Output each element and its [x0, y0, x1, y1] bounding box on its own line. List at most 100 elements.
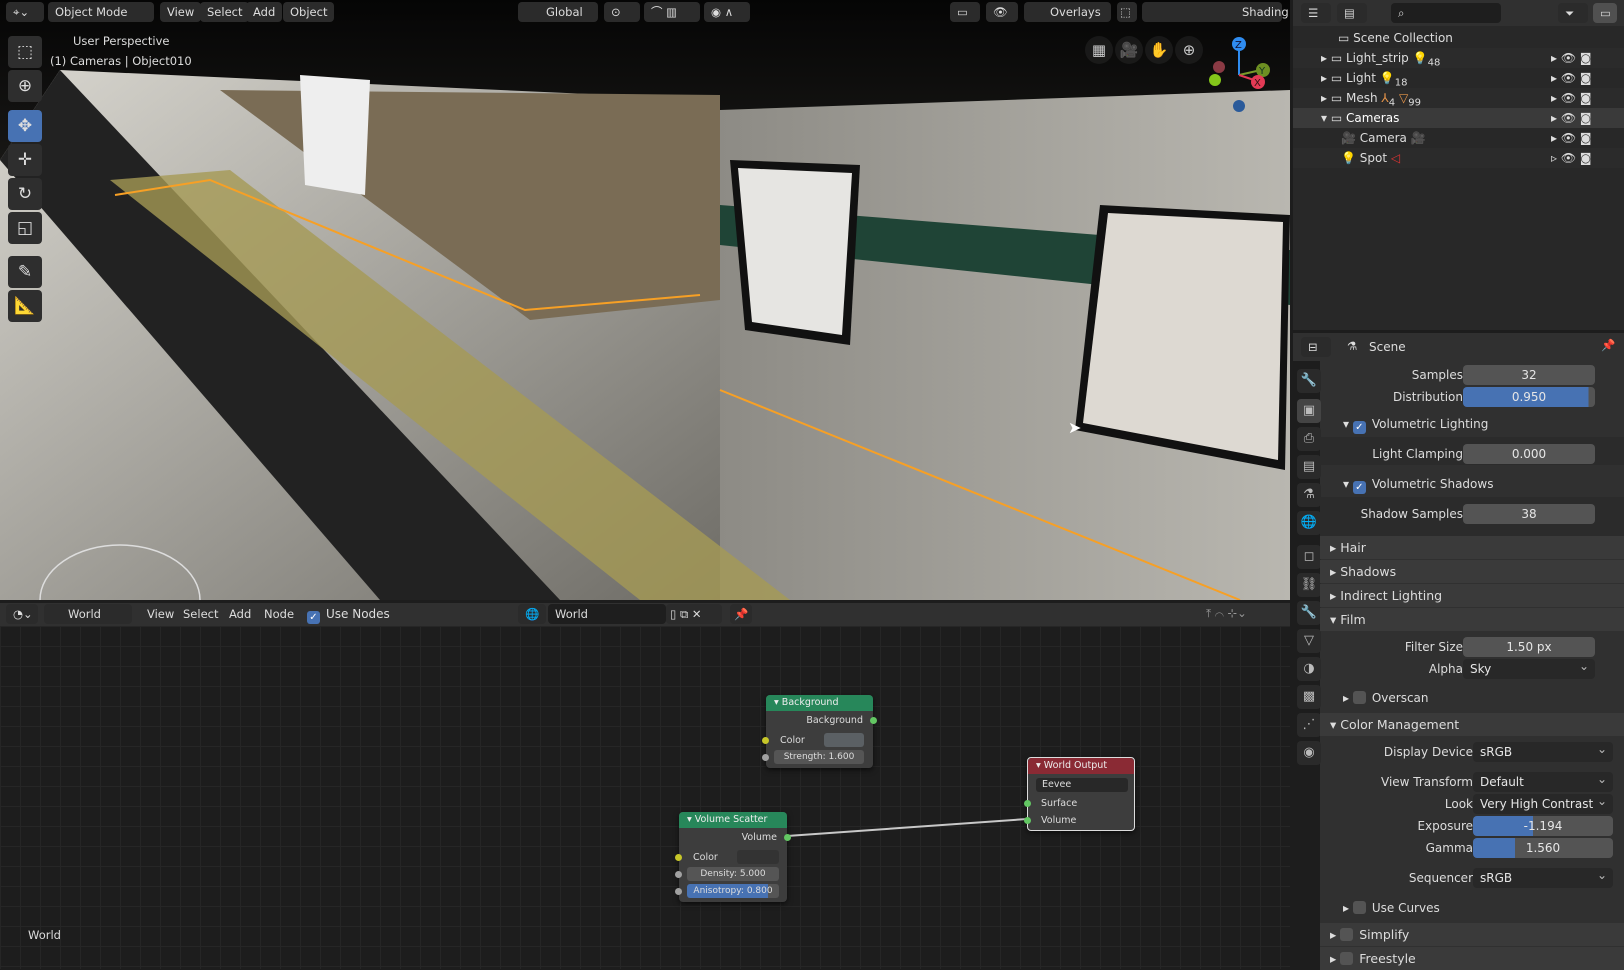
volume-socket[interactable] — [1024, 817, 1031, 824]
density-field[interactable]: Density: 5.000 — [687, 867, 779, 881]
object-tab-icon[interactable]: ◻ — [1297, 545, 1321, 569]
pin-icon[interactable]: 📌 — [730, 604, 752, 624]
menu-add[interactable]: Add — [222, 604, 258, 624]
menu-node[interactable]: Node — [257, 604, 301, 624]
shader-type-dropdown[interactable]: World — [44, 604, 132, 624]
pin-icon[interactable]: 📌 — [1601, 338, 1615, 352]
anisotropy-socket[interactable] — [675, 888, 682, 895]
world-actions[interactable]: ▯ ⧉ ✕ — [666, 604, 722, 624]
scale-tool[interactable]: ◱ — [8, 212, 42, 244]
visibility-icon[interactable]: ▭ — [950, 2, 980, 22]
proportional-edit-icon[interactable]: ◉ ∧ — [704, 2, 750, 22]
panel-indirect-lighting[interactable]: ▸ Indirect Lighting — [1320, 584, 1624, 607]
scene-tab-icon[interactable]: ⚗ — [1297, 483, 1321, 507]
outliner-search-input[interactable]: ⌕ — [1391, 3, 1501, 23]
display-device-dropdown[interactable]: sRGB — [1473, 739, 1613, 762]
display-mode-icon[interactable]: ☰ — [1301, 3, 1331, 23]
xray-icon[interactable]: ⬚ — [1117, 2, 1137, 22]
strength-socket[interactable] — [762, 754, 769, 761]
panel-color-management[interactable]: ▾ Color Management — [1320, 713, 1624, 736]
snap-icon[interactable]: ⌒ ▥ — [644, 2, 700, 22]
filter-size-field[interactable]: 1.50 px — [1463, 637, 1595, 657]
surface-socket[interactable] — [1024, 800, 1031, 807]
world-browse-icon[interactable]: 🌐 — [518, 604, 546, 624]
filter-icon[interactable]: ⏷ — [1558, 3, 1588, 23]
overlays-dropdown[interactable]: Overlays — [1024, 2, 1111, 22]
panel-shadows[interactable]: ▸ Shadows — [1320, 560, 1624, 583]
world-tab-icon[interactable]: 🌐 — [1297, 511, 1321, 535]
select-box-tool[interactable]: ⬚ — [8, 36, 42, 68]
volumetric-shadows-toggle[interactable]: ▾ ✓ Volumetric Shadows — [1343, 477, 1493, 494]
new-collection-icon[interactable]: ▭ — [1593, 3, 1617, 23]
pivot-icon[interactable]: ⊙ — [604, 2, 640, 22]
world-name-field[interactable]: World — [548, 604, 666, 624]
panel-hair[interactable]: ▸ Hair — [1320, 536, 1624, 559]
library-icon[interactable]: ▤ — [1337, 3, 1367, 23]
material-tab-icon[interactable]: ◑ — [1297, 657, 1321, 681]
annotate-tool[interactable]: ✎ — [8, 256, 42, 288]
texture-tab-icon[interactable]: ▩ — [1297, 685, 1321, 709]
view-transform-dropdown[interactable]: Default — [1473, 769, 1613, 792]
anisotropy-field[interactable]: Anisotropy: 0.800 — [687, 884, 779, 898]
color-swatch[interactable] — [737, 850, 779, 864]
view-layer-tab-icon[interactable]: ▤ — [1297, 455, 1321, 479]
sequencer-dropdown[interactable]: sRGB — [1473, 865, 1613, 888]
output-tab-icon[interactable]: ⎙ — [1297, 427, 1321, 451]
menu-add[interactable]: Add — [246, 2, 283, 22]
panel-film[interactable]: ▾ Film — [1320, 608, 1624, 631]
alpha-dropdown[interactable]: Sky — [1463, 656, 1595, 679]
mode-dropdown[interactable]: Object Mode — [48, 2, 154, 22]
menu-select[interactable]: Select — [176, 604, 225, 624]
transform-orientation-dropdown[interactable]: Global — [518, 2, 598, 22]
menu-view[interactable]: View — [160, 2, 202, 22]
color-socket[interactable] — [675, 854, 682, 861]
parent-node-icon[interactable]: ⤒ ⌒ ⊹⌄ — [1206, 606, 1247, 621]
pan-hand-icon[interactable]: ✋ — [1145, 36, 1173, 64]
samples-field[interactable]: 32 — [1463, 365, 1595, 385]
navigation-gizmo[interactable]: Z Y X — [1205, 35, 1275, 115]
data-tab-icon[interactable]: ▽ — [1297, 629, 1321, 653]
shadow-samples-field[interactable]: 38 — [1463, 504, 1595, 524]
menu-object[interactable]: Object — [283, 2, 335, 22]
output-socket[interactable] — [870, 717, 877, 724]
density-socket[interactable] — [675, 871, 682, 878]
distribution-slider[interactable]: 0.950 — [1463, 387, 1595, 407]
strength-field[interactable]: Strength: 1.600 — [774, 750, 864, 764]
shading-dropdown[interactable]: Shading — [1142, 2, 1289, 22]
editor-type-icon[interactable]: ◔⌄ — [6, 604, 38, 624]
use-nodes-checkbox[interactable]: ✓ Use Nodes — [307, 607, 390, 624]
volumetric-lighting-toggle[interactable]: ▾ ✓ Volumetric Lighting — [1343, 417, 1488, 434]
panel-freestyle[interactable]: ▸ Freestyle — [1320, 947, 1624, 970]
physics-tab-icon[interactable]: ◉ — [1297, 741, 1321, 765]
color-swatch[interactable] — [824, 733, 864, 747]
rotate-tool[interactable]: ↻ — [8, 178, 42, 210]
editor-type-icon[interactable]: ⊟ — [1301, 337, 1331, 357]
editor-type-button[interactable]: ⌖⌄ — [6, 2, 44, 22]
color-socket[interactable] — [762, 737, 769, 744]
world-output-node[interactable]: ▾ World Output Eevee Surface Volume — [1024, 757, 1135, 831]
background-node[interactable]: ▾ Background Background Color Strength: … — [762, 695, 877, 768]
volume-scatter-node[interactable]: ▾ Volume Scatter Volume Color Density: 5… — [675, 812, 791, 902]
grid-view-icon[interactable]: ▦ — [1085, 36, 1113, 64]
gamma-slider[interactable]: 1.560 — [1473, 838, 1613, 858]
volume-output-socket[interactable] — [784, 834, 791, 841]
exposure-slider[interactable]: -1.194 — [1473, 816, 1613, 836]
scene-collection-row[interactable]: ▭ Scene Collection — [1293, 28, 1624, 48]
panel-simplify[interactable]: ▸ Simplify — [1320, 923, 1624, 946]
menu-select[interactable]: Select — [200, 2, 250, 22]
move-tool[interactable]: ✛ — [8, 144, 42, 176]
cursor-tool[interactable]: ⊕ — [8, 70, 42, 102]
transform-tool[interactable]: ✥ — [8, 110, 42, 142]
measure-tool[interactable]: 📐 — [8, 290, 42, 322]
target-dropdown[interactable]: Eevee — [1036, 778, 1128, 792]
3d-viewport[interactable]: ⌖⌄ Object Mode View Select Add Object Gl… — [0, 0, 1290, 600]
light-clamping-field[interactable]: 0.000 — [1463, 444, 1595, 464]
zoom-icon[interactable]: ⊕ — [1175, 36, 1203, 64]
selectability-icon[interactable]: 👁 — [986, 2, 1018, 22]
look-dropdown[interactable]: Very High Contrast — [1473, 791, 1613, 814]
node-editor-canvas[interactable]: ▾ Background Background Color Strength: … — [0, 626, 1290, 969]
camera-view-icon[interactable]: 🎥 — [1115, 36, 1143, 64]
tool-tab-icon[interactable]: 🔧 — [1297, 369, 1321, 393]
constraints-tab-icon[interactable]: ⛓ — [1297, 573, 1321, 597]
use-curves-toggle[interactable]: ▸ Use Curves — [1343, 901, 1440, 915]
